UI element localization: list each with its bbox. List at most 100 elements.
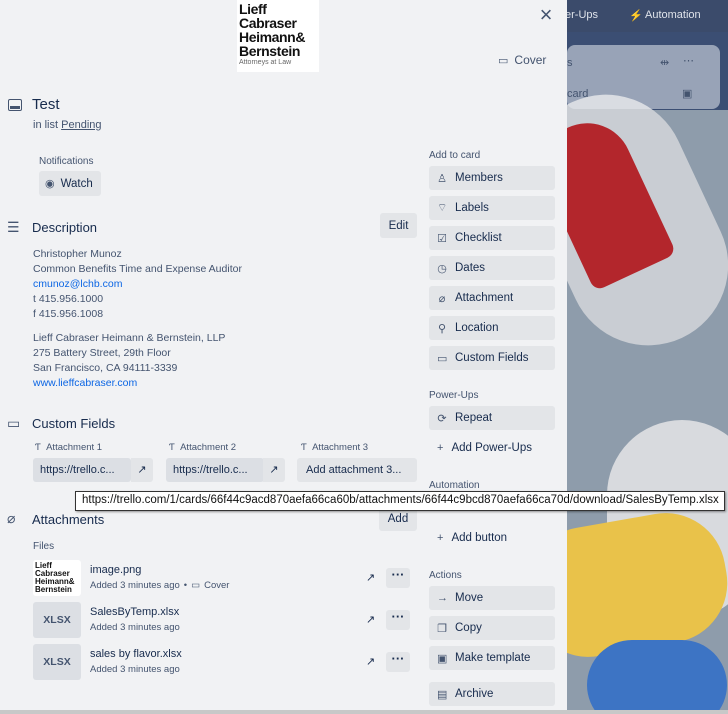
button-label: Add Power-Ups (451, 442, 532, 454)
cover-button[interactable]: ▭ Cover (498, 50, 546, 70)
field-label-text: Attachment 1 (46, 442, 103, 453)
attachment-menu-button[interactable]: ··· (386, 610, 410, 630)
eye-icon: ◉ (45, 178, 55, 190)
copy-icon: ❐ (437, 622, 447, 635)
make-template-button[interactable]: ▣ Make template (429, 646, 555, 670)
button-label: Add button (451, 532, 508, 544)
card-detail-modal: Lieff Cabraser Heimann& Bernstein Attorn… (0, 0, 567, 714)
actions-heading: Actions (429, 570, 462, 581)
description-line: Christopher Munoz (33, 248, 122, 260)
button-label: Archive (455, 688, 494, 700)
attachment-thumbnail[interactable]: XLSX (33, 644, 81, 680)
add-button-button[interactable]: + Add button (429, 526, 507, 550)
fields-icon: ▭ (437, 352, 448, 365)
move-button[interactable]: → Move (429, 586, 555, 610)
cover-image: Lieff Cabraser Heimann& Bernstein Attorn… (237, 0, 319, 72)
board-tab-powerups[interactable]: er-Ups (567, 9, 598, 21)
in-list-prefix: in list (33, 119, 59, 131)
board-tab-automation[interactable]: Automation (645, 9, 701, 21)
more-icon[interactable]: ⋯ (683, 54, 694, 67)
location-button[interactable]: ⚲ Location (429, 316, 555, 340)
list-link[interactable]: Pending (61, 119, 101, 131)
template-icon[interactable]: ▣ (682, 87, 692, 100)
attachment-meta: Added 3 minutes ago (90, 664, 180, 675)
background-shape (587, 640, 727, 714)
description-email-link[interactable]: cmunoz@lchb.com (33, 277, 242, 292)
attachment-date: Added 3 minutes ago (90, 622, 180, 633)
description-content: Christopher Munoz Common Benefits Time a… (33, 247, 242, 391)
description-line: 275 Battery Street, 29th Floor (33, 347, 171, 359)
button-label: Dates (455, 262, 486, 274)
separator: • (183, 580, 188, 591)
button-label: Checklist (455, 232, 502, 244)
repeat-button[interactable]: ⟳ Repeat (429, 406, 555, 430)
custom-fields-icon: ▭ (7, 415, 21, 431)
checklist-button[interactable]: ☑ Checklist (429, 226, 555, 250)
button-label: Custom Fields (455, 352, 529, 364)
powerups-heading: Power-Ups (429, 390, 479, 401)
edit-label: Edit (388, 219, 409, 232)
logo-line: Bernstein (239, 43, 300, 59)
description-line: t 415.956.1000 (33, 293, 104, 305)
attachment-name[interactable]: SalesByTemp.xlsx (90, 606, 179, 618)
edit-description-button[interactable]: Edit (380, 213, 417, 238)
attachment-name[interactable]: sales by flavor.xlsx (90, 648, 182, 660)
button-label: Move (455, 592, 484, 604)
description-website-link[interactable]: www.lieffcabraser.com (33, 376, 242, 391)
website-link[interactable]: www.lieffcabraser.com (33, 377, 137, 389)
add-to-card-heading: Add to card (429, 150, 481, 161)
members-button[interactable]: ♙ Members (429, 166, 555, 190)
attachment-meta: Added 3 minutes ago • ▭ Cover (90, 580, 229, 591)
copy-button[interactable]: ❐ Copy (429, 616, 555, 640)
logo-line: Bernstein (35, 585, 72, 594)
add-powerups-button[interactable]: + Add Power-Ups (429, 436, 532, 460)
description-line: Common Benefits Time and Expense Auditor (33, 263, 242, 275)
description-line: f 415.956.1008 (33, 308, 104, 320)
horizontal-scrollbar[interactable] (0, 710, 728, 714)
collapse-icon[interactable]: ⇹ (660, 56, 669, 69)
description-line: Lieff Cabraser Heimann & Bernstein, LLP (33, 332, 226, 344)
labels-button[interactable]: ⌔ Labels (429, 196, 555, 220)
open-link-icon[interactable]: ↗ (366, 571, 375, 584)
tag-icon: ⌔ (437, 202, 448, 214)
open-link-icon[interactable]: ↗ (366, 655, 375, 668)
list-title: s (567, 57, 573, 69)
attachment-thumbnail[interactable]: Lieff Cabraser Heimann& Bernstein (33, 560, 81, 596)
logo-line: Heimann& (239, 29, 306, 45)
board-list[interactable] (567, 45, 720, 109)
button-label: Attachment (455, 292, 514, 304)
card-title[interactable]: Test (32, 96, 60, 113)
pin-icon: ⚲ (437, 322, 447, 335)
custom-fields-heading: Custom Fields (32, 416, 116, 431)
checkbox-icon: ☑ (437, 232, 447, 245)
open-link-icon[interactable]: ↗ (263, 458, 285, 482)
attachment-button[interactable]: ⌀ Attachment (429, 286, 555, 310)
archive-button[interactable]: ▤ Archive (429, 682, 555, 706)
custom-field-label: Ƭ Attachment 1 (35, 442, 103, 453)
dates-button[interactable]: ◷ Dates (429, 256, 555, 280)
attachment-thumbnail[interactable]: XLSX (33, 602, 81, 638)
description-icon: ☰ (7, 219, 20, 235)
custom-field-input[interactable]: Add attachment 3... (297, 458, 417, 482)
close-icon[interactable]: × (536, 4, 556, 26)
attachments-heading: Attachments (32, 512, 105, 527)
archive-icon: ▤ (437, 688, 448, 701)
lightning-icon: ⚡ (629, 10, 643, 22)
custom-fields-button[interactable]: ▭ Custom Fields (429, 346, 555, 370)
custom-field-input[interactable]: https://trello.c... (166, 458, 264, 482)
field-label-text: Attachment 2 (180, 442, 237, 453)
watch-label: Watch (60, 177, 93, 190)
logo-line: Cabraser (239, 15, 297, 31)
cover-tag: Cover (204, 580, 230, 591)
list-card[interactable]: card (567, 88, 588, 100)
open-link-icon[interactable]: ↗ (366, 613, 375, 626)
description-heading: Description (32, 220, 98, 235)
link-tooltip: https://trello.com/1/cards/66f44c9acd870… (75, 491, 725, 511)
open-link-icon[interactable]: ↗ (131, 458, 153, 482)
watch-button[interactable]: ◉ Watch (39, 171, 101, 196)
email-link[interactable]: cmunoz@lchb.com (33, 278, 122, 290)
custom-field-input[interactable]: https://trello.c... (33, 458, 131, 482)
attachment-menu-button[interactable]: ··· (386, 568, 410, 588)
attachment-menu-button[interactable]: ··· (386, 652, 410, 672)
attachment-name[interactable]: image.png (90, 564, 141, 576)
